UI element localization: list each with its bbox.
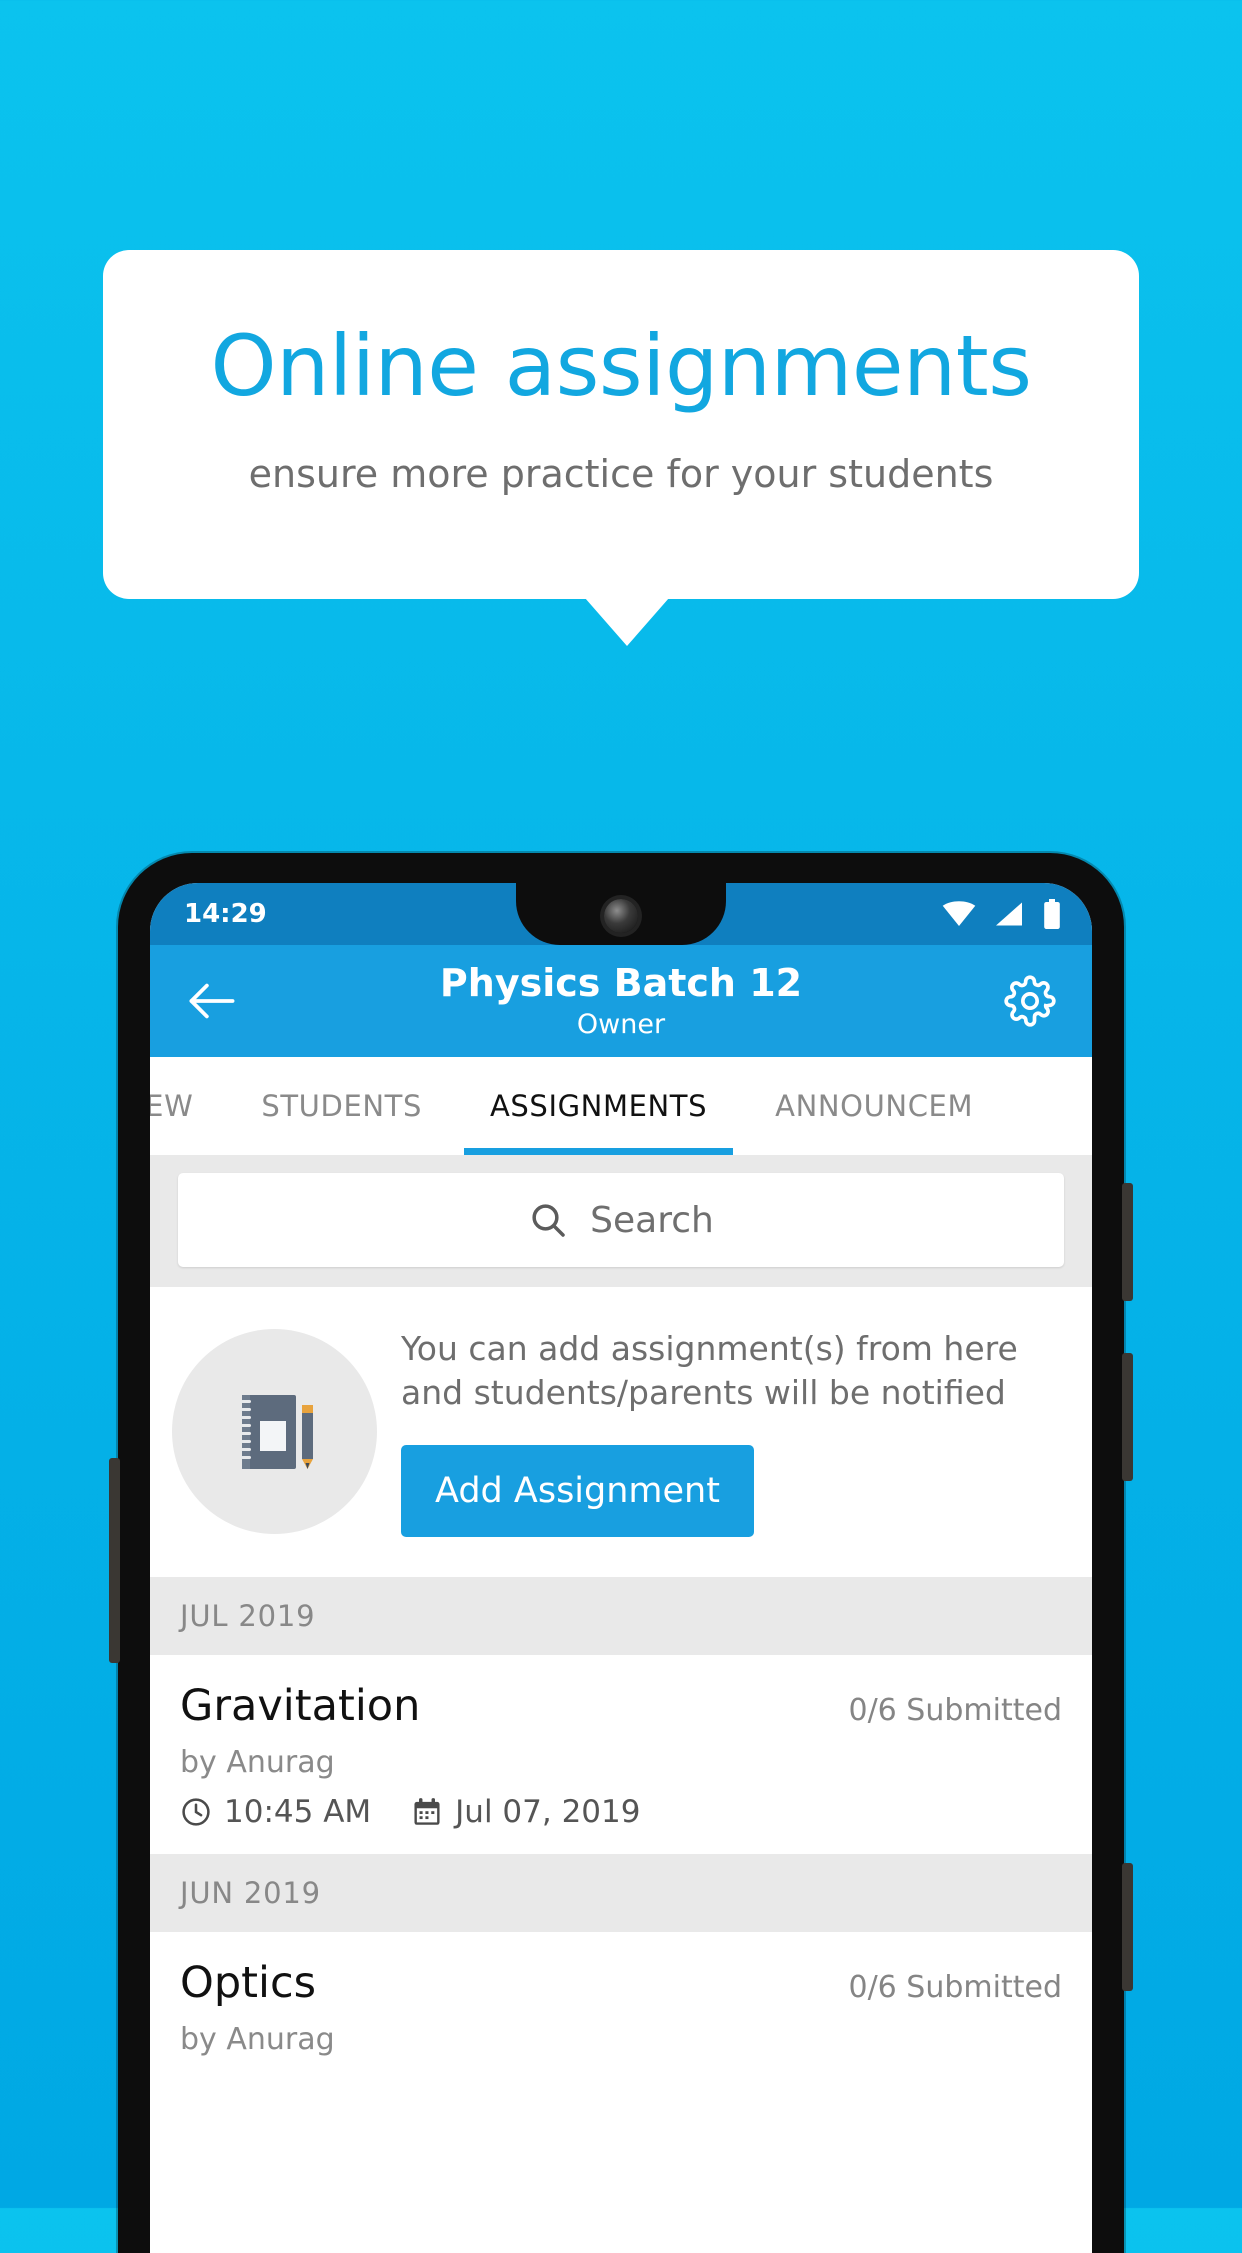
assignment-author: by Anurag [180, 1745, 335, 1781]
tab-bar: IEW STUDENTS ASSIGNMENTS ANNOUNCEM [150, 1057, 1092, 1155]
add-assignment-button[interactable]: Add Assignment [401, 1445, 754, 1538]
month-header-jul: JUL 2019 [150, 1577, 1092, 1656]
empty-state-card: You can add assignment(s) from here and … [150, 1287, 1092, 1578]
notebook-pen-icon [216, 1373, 334, 1491]
tab-overview-label: IEW [150, 1089, 194, 1123]
settings-button[interactable] [998, 969, 1062, 1033]
empty-state-body: You can add assignment(s) from here and … [401, 1321, 1062, 1538]
batch-role: Owner [576, 1009, 666, 1041]
status-time: 14:29 [184, 899, 267, 929]
promo-bubble: Online assignments ensure more practice … [103, 250, 1139, 599]
assignment-author: by Anurag [180, 2022, 335, 2058]
assignment-status: 0/6 Submitted [848, 1693, 1062, 1729]
promo-bubble-tail [585, 598, 669, 646]
assignment-row-gravitation[interactable]: Gravitation 0/6 Submitted by Anurag 10:4… [150, 1655, 1092, 1855]
phone-screen: 14:29 Physics Batch 12 Owner EW STUDENTS… [150, 883, 1092, 2253]
battery-icon [1042, 899, 1062, 929]
assignment-header: Gravitation 0/6 Submitted [180, 1681, 1062, 1731]
assignment-row-optics[interactable]: Optics 0/6 Submitted by Anurag [150, 1932, 1092, 2082]
empty-state-illustration [172, 1329, 377, 1534]
assignment-header: Optics 0/6 Submitted [180, 1958, 1062, 2008]
assignment-time: 10:45 AM [224, 1794, 372, 1831]
tab-announcements-label: ANNOUNCEM [775, 1089, 974, 1123]
promo-title: Online assignments [210, 317, 1033, 415]
search-icon [528, 1200, 568, 1240]
phone-notch [516, 883, 726, 945]
tab-assignments[interactable]: ASSIGNMENTS [456, 1057, 741, 1155]
phone-volume-down-button[interactable] [1122, 1353, 1133, 1481]
tab-assignments-label: ASSIGNMENTS [489, 1089, 708, 1123]
wifi-icon [942, 901, 976, 927]
signal-icon [994, 901, 1024, 927]
month-header-jun: JUN 2019 [150, 1854, 1092, 1933]
gear-icon [1004, 975, 1056, 1027]
tab-announcements[interactable]: ANNOUNCEM [741, 1057, 1007, 1155]
tab-students-label: STUDENTS [261, 1089, 422, 1123]
phone-left-button[interactable] [109, 1458, 120, 1663]
phone-power-button[interactable] [1122, 1863, 1133, 1991]
status-icons [942, 899, 1062, 929]
clock-icon [180, 1796, 212, 1828]
search-section: Search [150, 1155, 1092, 1287]
phone-volume-up-button[interactable] [1122, 1183, 1133, 1301]
tab-students[interactable]: STUDENTS [227, 1057, 456, 1155]
app-bar-titles: Physics Batch 12 Owner [244, 960, 998, 1041]
assignment-title: Gravitation [180, 1681, 421, 1732]
search-input[interactable]: Search [178, 1173, 1064, 1267]
status-bar: 14:29 [150, 883, 1092, 945]
back-button[interactable] [180, 969, 244, 1033]
front-camera [604, 899, 638, 933]
app-bar: Physics Batch 12 Owner [150, 945, 1092, 1057]
assignment-meta: 10:45 AM Jul 07, 2019 [180, 1794, 1062, 1830]
assignment-date: Jul 07, 2019 [455, 1794, 641, 1831]
assignment-title: Optics [180, 1958, 316, 2009]
calendar-icon [411, 1796, 443, 1828]
tab-overview[interactable]: IEW [150, 1057, 227, 1155]
empty-state-message: You can add assignment(s) from here and … [401, 1329, 1018, 1413]
promo-subtitle: ensure more practice for your students [248, 452, 994, 497]
search-placeholder: Search [590, 1199, 714, 1241]
back-arrow-icon [188, 981, 236, 1021]
batch-title: Physics Batch 12 [439, 960, 803, 1005]
assignment-status: 0/6 Submitted [848, 1970, 1062, 2006]
phone-mockup: 14:29 Physics Batch 12 Owner EW STUDENTS… [109, 853, 1133, 2253]
